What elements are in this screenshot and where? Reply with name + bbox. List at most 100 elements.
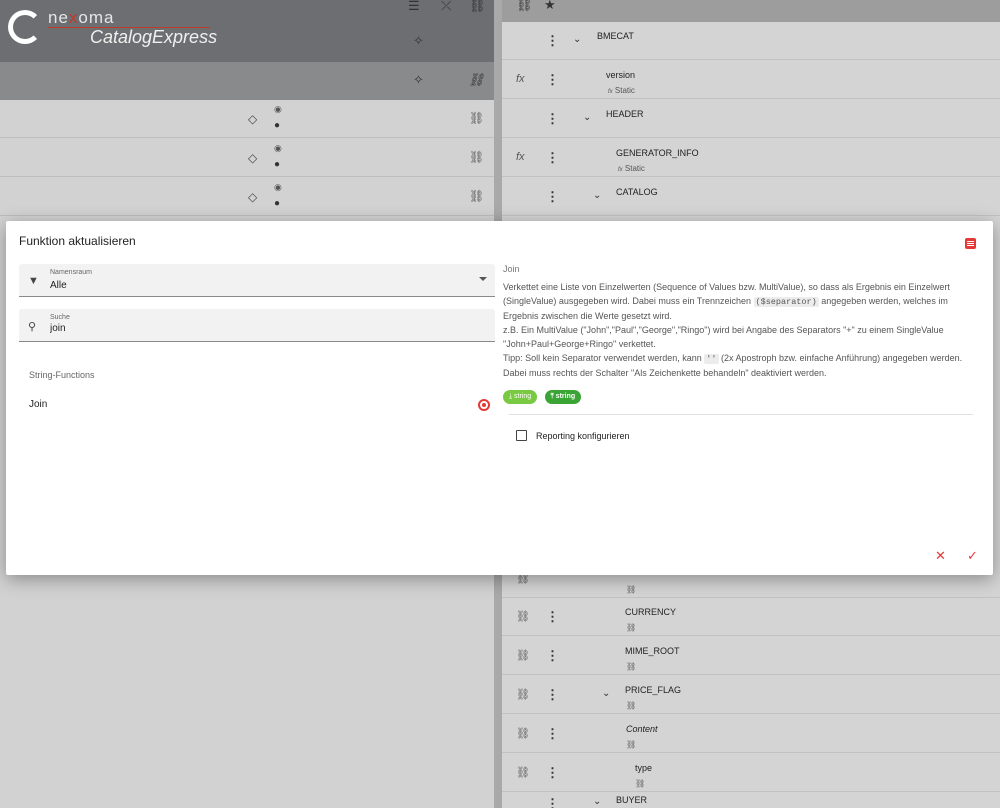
reporting-checkbox[interactable] (516, 430, 527, 441)
link-icon: ⛓ (626, 585, 637, 594)
left-subheader: ✧ ⛓ (0, 62, 494, 100)
more-vert-icon[interactable]: ⋮ (546, 796, 559, 808)
more-vert-icon[interactable]: ⋮ (546, 111, 559, 127)
link-icon: ⛓ (626, 662, 637, 671)
magic-wand-icon[interactable]: ✧ (413, 33, 424, 49)
link-icon[interactable]: ⛓ (516, 0, 533, 13)
tree-node-name: version (606, 70, 636, 80)
cancel-button[interactable]: ✕ (935, 548, 946, 564)
filter-icon: ▼ (28, 275, 39, 287)
more-vert-icon[interactable]: ⋮ (546, 72, 559, 88)
logo-brand-name: nexoma (48, 8, 115, 27)
search-label: Suche (50, 314, 70, 321)
function-group-label: String-Functions (29, 370, 95, 380)
left-row[interactable]: ◇ ◉ ● ⛓ (0, 139, 494, 177)
tree-row[interactable]: fx ⋮ version fx Static (502, 61, 1000, 99)
target-icon: ◉ (274, 104, 282, 114)
more-vert-icon[interactable]: ⋮ (546, 648, 559, 664)
link-multiple-icon[interactable]: ⛓ (516, 688, 530, 701)
more-vert-icon[interactable]: ⋮ (546, 609, 559, 625)
tree-node-name: BUYER (616, 795, 648, 805)
more-vert-icon[interactable]: ⋮ (546, 33, 559, 49)
more-vert-icon[interactable]: ⋮ (546, 726, 559, 742)
logo-mark-icon (8, 10, 42, 44)
tree-node-name: Content (626, 724, 658, 734)
search-field[interactable]: ⚲ Suche (19, 309, 495, 342)
link-icon: ⛓ (635, 779, 646, 788)
description-function-name: Join (503, 264, 520, 274)
link-multiple-icon[interactable]: ⛓ (468, 72, 485, 88)
target-icon: ◉ (274, 182, 282, 192)
tree-row[interactable]: ⋮ ⌄ BMECAT (502, 22, 1000, 60)
tree-row[interactable]: ⋮ ⌄ HEADER (502, 100, 1000, 138)
list-details-icon[interactable] (965, 238, 976, 249)
tree-node-name: BMECAT (597, 31, 634, 41)
magic-wand-icon[interactable]: ✧ (413, 72, 424, 88)
tree-row[interactable]: ⛓ ⋮ ⌄ PRICE_FLAG ⛓ (502, 676, 1000, 714)
more-vert-icon[interactable]: ⋮ (546, 150, 559, 166)
sort-icon[interactable]: ☰ (408, 0, 420, 14)
left-row[interactable]: ◇ ◉ ● ⛓ (0, 178, 494, 216)
more-vert-icon[interactable]: ⋮ (546, 687, 559, 703)
right-header: ⛓ ★ (502, 0, 1000, 22)
tree-node-name: HEADER (606, 109, 644, 119)
link-icon: ⛓ (626, 701, 637, 710)
tree-node-name: CATALOG (616, 187, 658, 197)
star-icon[interactable]: ★ (544, 0, 556, 13)
tree-row[interactable]: ⛓ ⋮ CURRENCY ⛓ (502, 598, 1000, 636)
chevron-down-icon[interactable]: ⌄ (583, 112, 591, 123)
type-badges: ⤓ string ⤒ string (503, 385, 975, 404)
link-icon: ⛓ (626, 740, 637, 749)
tree-node-name: type (635, 763, 653, 773)
link-icon[interactable]: ⛓ (516, 766, 530, 779)
link-icon[interactable]: ⛓ (469, 189, 484, 203)
tree-row[interactable]: ⋮ ⌄ BUYER (502, 792, 1000, 808)
dropdown-arrow-icon[interactable] (479, 277, 487, 281)
function-list-item[interactable]: Join (19, 393, 495, 417)
divider (509, 414, 973, 415)
tree-node-sub: fx Static (618, 164, 645, 173)
tree-row[interactable]: ⋮ ⌄ CATALOG (502, 178, 1000, 216)
function-icon[interactable]: fx (516, 73, 525, 85)
reporting-label: Reporting konfigurieren (536, 431, 630, 441)
chevron-down-icon[interactable]: ⌄ (593, 190, 601, 201)
chevron-down-icon[interactable]: ⌄ (573, 34, 581, 45)
link-icon: ⛓ (626, 623, 637, 632)
tree-row[interactable]: ⛓ ⋮ type ⛓ (502, 754, 1000, 792)
filter-off-icon[interactable]: ⤫ (441, 0, 451, 14)
tree-node-name: MIME_ROOT (625, 646, 680, 656)
confirm-button[interactable]: ✓ (967, 548, 978, 564)
link-icon[interactable]: ⛓ (469, 111, 484, 125)
input-type-badge: ⤓ string (503, 390, 538, 404)
eye-icon[interactable]: ● (274, 120, 280, 131)
chevron-down-icon[interactable]: ⌄ (593, 796, 601, 807)
tree-row[interactable]: fx ⋮ GENERATOR_INFO fx Static (502, 139, 1000, 177)
more-vert-icon[interactable]: ⋮ (546, 189, 559, 205)
more-vert-icon[interactable]: ⋮ (546, 765, 559, 781)
diamond-icon: ◇ (248, 112, 258, 126)
namespace-select[interactable]: ▼ Namensraum Alle (19, 264, 495, 297)
function-radio-selected[interactable] (478, 399, 490, 411)
eye-icon[interactable]: ● (274, 198, 280, 209)
tree-node-name: GENERATOR_INFO (616, 148, 699, 158)
link-icon[interactable]: ⛓ (516, 610, 530, 623)
search-input[interactable] (50, 323, 480, 334)
dialog-title: Funktion aktualisieren (19, 234, 136, 248)
link-icon[interactable]: ⛓ (469, 150, 484, 164)
target-icon: ◉ (274, 143, 282, 153)
left-row[interactable]: ◇ ◉ ● ⛓ (0, 100, 494, 138)
link-icon[interactable]: ⛓ (516, 727, 530, 740)
tree-node-name: PRICE_FLAG (625, 685, 682, 695)
tree-row[interactable]: ⛓ ⋮ MIME_ROOT ⛓ (502, 637, 1000, 675)
link-icon[interactable]: ⛓ (469, 0, 486, 14)
eye-icon[interactable]: ● (274, 159, 280, 170)
tree-row[interactable]: ⛓ ⋮ Content ⛓ (502, 715, 1000, 753)
diamond-icon: ◇ (248, 190, 258, 204)
namespace-label: Namensraum (50, 269, 93, 276)
logo-product-name: CatalogExpress (90, 27, 218, 47)
function-item-label: Join (29, 399, 48, 410)
link-icon[interactable]: ⛓ (516, 649, 530, 662)
function-description: Join Verkettet eine Liste von Einzelwert… (503, 264, 975, 404)
function-icon[interactable]: fx (516, 151, 525, 163)
chevron-down-icon[interactable]: ⌄ (602, 688, 610, 699)
